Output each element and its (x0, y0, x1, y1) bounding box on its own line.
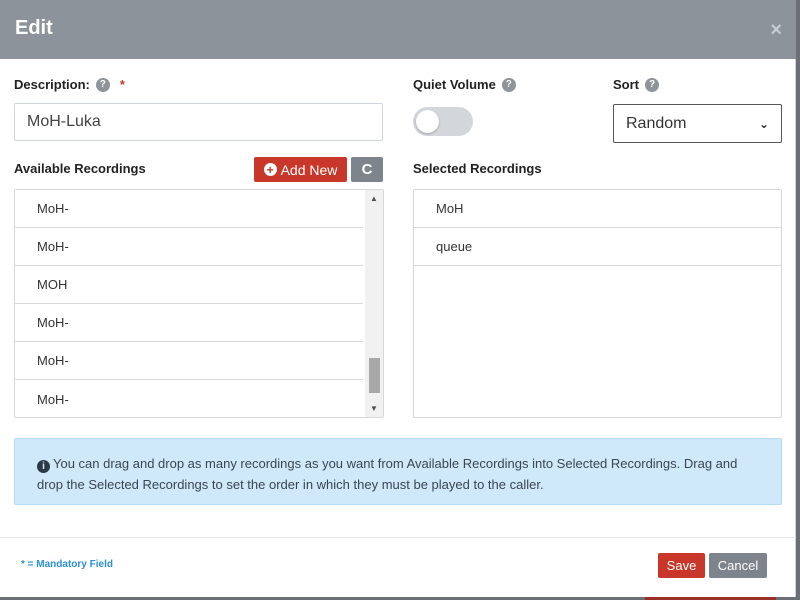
mandatory-field-note: * = Mandatory Field (21, 559, 113, 570)
cancel-button[interactable]: Cancel (709, 553, 767, 578)
list-item[interactable]: MoH- (15, 228, 363, 266)
list-item-label: MoH- (37, 201, 69, 216)
info-circle-icon: i (37, 460, 50, 473)
add-new-label: Add New (280, 161, 338, 178)
selected-recordings-label: Selected Recordings (413, 161, 542, 176)
quiet-volume-toggle[interactable] (413, 107, 473, 136)
info-alert: i You can drag and drop as many recording… (14, 438, 782, 505)
chevron-down-icon: ⌄ (758, 116, 769, 131)
list-item[interactable]: MoH (414, 190, 781, 228)
quiet-volume-label: Quiet Volume (413, 77, 496, 92)
list-item[interactable]: queue (414, 228, 781, 266)
list-item[interactable]: MoH- (15, 342, 363, 380)
edit-modal: Edit × Description: ? * Quiet Volume ? S… (0, 0, 796, 597)
scroll-thumb[interactable] (369, 358, 380, 393)
footer-divider (0, 537, 796, 538)
required-star: * (119, 77, 125, 92)
list-item-label: MoH- (37, 315, 69, 330)
description-input[interactable] (14, 103, 383, 141)
sort-select[interactable]: Random ⌄ (613, 104, 782, 143)
add-new-button[interactable]: + Add New (254, 157, 347, 182)
scrollbar[interactable]: ▲ ▼ (365, 190, 383, 417)
sort-label: Sort (613, 77, 639, 92)
modal-header: Edit × (0, 0, 796, 59)
close-icon[interactable]: × (770, 19, 782, 42)
list-item-label: queue (436, 239, 473, 254)
sort-label-group: Sort ? (613, 77, 659, 92)
modal-title: Edit (15, 17, 53, 39)
description-label-group: Description: ? * (14, 77, 125, 92)
question-circle-icon[interactable]: ? (501, 77, 516, 92)
selected-recordings-list[interactable]: MoH queue (413, 189, 782, 418)
scroll-down-arrow-icon[interactable]: ▼ (365, 400, 383, 417)
list-item-label: MoH- (37, 353, 69, 368)
available-recordings-label: Available Recordings (14, 161, 146, 176)
list-item-label: MOH (37, 277, 68, 292)
list-item-label: MoH- (37, 239, 69, 254)
list-item-label: MoH (436, 201, 464, 216)
question-circle-icon[interactable]: ? (95, 77, 110, 92)
list-item-label: MoH- (37, 391, 69, 407)
available-recordings-list[interactable]: MoH- MoH- MOH MoH- MoH- MoH- ▲ ▼ (14, 189, 384, 418)
list-item[interactable]: MoH- (15, 304, 363, 342)
selected-recordings-label-group: Selected Recordings (413, 161, 542, 176)
quiet-volume-label-group: Quiet Volume ? (413, 77, 516, 92)
list-item[interactable]: MoH- (15, 380, 363, 417)
available-recordings-label-group: Available Recordings (14, 161, 146, 176)
toggle-knob (416, 110, 439, 133)
question-circle-icon[interactable]: ? (645, 77, 659, 92)
refresh-button[interactable]: C (351, 157, 383, 182)
list-item[interactable]: MOH (15, 266, 363, 304)
refresh-icon: C (361, 161, 373, 178)
scroll-up-arrow-icon[interactable]: ▲ (365, 190, 383, 207)
list-item[interactable]: MoH- (15, 190, 363, 228)
sort-selected-value: Random (626, 114, 687, 132)
info-text: You can drag and drop as many recordings… (37, 456, 738, 492)
save-button[interactable]: Save (658, 553, 705, 578)
description-label: Description: (14, 77, 90, 92)
plus-circle-icon: + (263, 163, 277, 176)
